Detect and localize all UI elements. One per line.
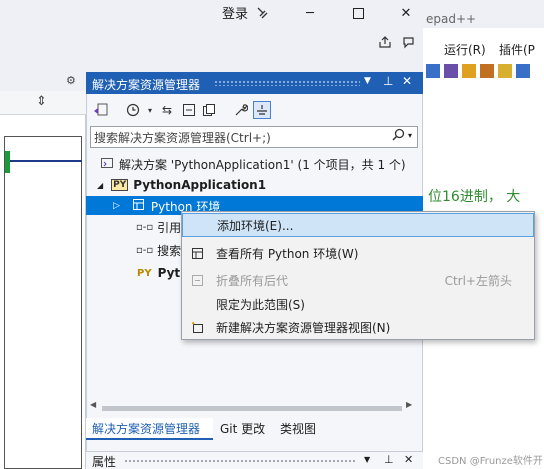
add-environment-label: 添加环境(E)... (217, 218, 294, 233)
tab-class-view[interactable]: 类视图 (280, 420, 316, 437)
indent-icon[interactable] (444, 64, 458, 78)
paragraph-icon[interactable] (426, 64, 440, 78)
menu-item-scope-to-this[interactable]: 限定为此范围(S) (182, 292, 534, 316)
properties-close-icon[interactable]: ✕ (404, 453, 413, 466)
share-icon[interactable] (378, 35, 392, 52)
menu-item-collapse-descendants[interactable]: 折叠所有后代 Ctrl+左箭头 (182, 268, 534, 292)
search-options-dropdown-icon[interactable]: ▾ (408, 131, 412, 140)
maximize-button[interactable] (348, 3, 368, 23)
vs-switch-views-icon[interactable] (92, 101, 110, 119)
collapse-shortcut: Ctrl+左箭头 (444, 273, 512, 288)
tree-item-search-paths[interactable]: ▫-▫ 搜索 (136, 240, 181, 260)
properties-wrench-icon[interactable] (232, 101, 250, 119)
menu-plugins[interactable]: 插件(P (499, 41, 535, 58)
macro-icon[interactable] (480, 64, 494, 78)
new-explorer-view-label: 新建解决方案资源管理器视图(N) (216, 320, 391, 335)
scroll-right-icon[interactable]: ▶ (406, 400, 412, 409)
env-icon (132, 198, 145, 214)
canvas-line (10, 160, 82, 162)
play-icon[interactable] (516, 64, 530, 78)
project-label: PythonApplication1 (133, 178, 267, 192)
ruler: ⇕ (0, 91, 86, 115)
sync-icon[interactable]: ⇆ (158, 101, 176, 119)
collapse-icon (190, 273, 204, 287)
close-button[interactable]: ✕ (396, 3, 416, 23)
solution-label: 解决方案 'PythonApplication1' (1 个项目，共 1 个) (119, 157, 406, 172)
horizontal-scrollbar[interactable]: ◀ ▶ (88, 400, 418, 413)
record-icon[interactable] (498, 64, 512, 78)
view-all-environments-label: 查看所有 Python 环境(W) (216, 246, 359, 261)
canvas-marker (5, 151, 10, 173)
collapse-all-icon[interactable] (180, 101, 198, 119)
panel-close-icon[interactable]: ✕ (402, 74, 412, 88)
titlebar-grip[interactable] (214, 80, 360, 86)
code-text-fragment: 位16进制， 大 (428, 189, 521, 205)
watermark: CSDN @Frunze软件开发 (438, 456, 543, 467)
references-icon: ▫-▫ (136, 221, 154, 233)
search-icon[interactable] (392, 128, 405, 144)
tree-item-references[interactable]: ▫-▫ 引用 (136, 217, 181, 237)
split-icon[interactable]: ⇕ (36, 94, 47, 109)
properties-dropdown-icon[interactable]: ▼ (364, 455, 370, 464)
minimize-button[interactable]: ─ (300, 3, 320, 23)
menu-item-view-all-environments[interactable]: 查看所有 Python 环境(W) (182, 241, 534, 265)
dropdown-arrow-icon[interactable]: ▼ (364, 76, 371, 86)
tree-item-solution[interactable]: 解决方案 'PythonApplication1' (1 个项目，共 1 个) (100, 154, 406, 174)
tree-item-project[interactable]: ◢ PY PythonApplication1 (97, 175, 266, 195)
menu-item-add-environment[interactable]: 添加环境(E)... (182, 213, 534, 237)
solution-icon (100, 156, 114, 173)
folder-icon[interactable] (462, 64, 476, 78)
history-dropdown-icon[interactable]: ▾ (141, 101, 159, 119)
new-view-icon (190, 320, 204, 334)
scope-to-this-label: 限定为此范围(S) (216, 297, 305, 312)
python-file-icon: PY (137, 267, 152, 279)
settings-gear-icon[interactable]: ⚙ (66, 74, 76, 87)
menu-item-new-explorer-view[interactable]: 新建解决方案资源管理器视图(N) (182, 315, 534, 339)
tab-solution-explorer-label[interactable]: 解决方案资源管理器 (92, 420, 200, 437)
designer-canvas[interactable] (4, 136, 82, 469)
tab-git-changes[interactable]: Git 更改 (220, 420, 265, 437)
menu-run[interactable]: 运行(R) (444, 41, 486, 58)
search-placeholder: 搜索解决方案资源管理器(Ctrl+;) (94, 131, 271, 145)
designer-header: ⚙ (0, 72, 86, 91)
python-project-icon: PY (111, 179, 129, 191)
scroll-thumb[interactable] (102, 406, 402, 411)
collapsed-arrow-icon[interactable]: ▷ (113, 201, 120, 211)
properties-grip[interactable] (124, 459, 356, 464)
pin-icon[interactable]: ⊥ (383, 74, 393, 88)
preview-icon[interactable] (253, 101, 271, 119)
properties-pin-icon[interactable]: ⊥ (384, 453, 394, 466)
collapse-descendants-label: 折叠所有后代 (216, 273, 289, 288)
feedback-icon[interactable] (402, 35, 416, 52)
references-label: 引用 (157, 220, 182, 235)
properties-title: 属性 (92, 455, 117, 469)
login-button[interactable]: 登录 (222, 3, 248, 22)
solution-explorer-title: 解决方案资源管理器 (92, 78, 201, 92)
scroll-left-icon[interactable]: ◀ (90, 400, 96, 409)
app-title-fragment: epad++ (426, 12, 477, 26)
search-paths-icon: ▫-▫ (136, 244, 154, 256)
pin-user-icon[interactable] (252, 3, 272, 23)
show-all-files-icon[interactable] (200, 101, 218, 119)
environments-window-icon (190, 246, 204, 260)
search-paths-label: 搜索 (157, 243, 182, 258)
background-toolbar (426, 62, 544, 80)
history-icon[interactable] (124, 101, 142, 119)
expanded-arrow-icon[interactable]: ◢ (97, 181, 103, 190)
